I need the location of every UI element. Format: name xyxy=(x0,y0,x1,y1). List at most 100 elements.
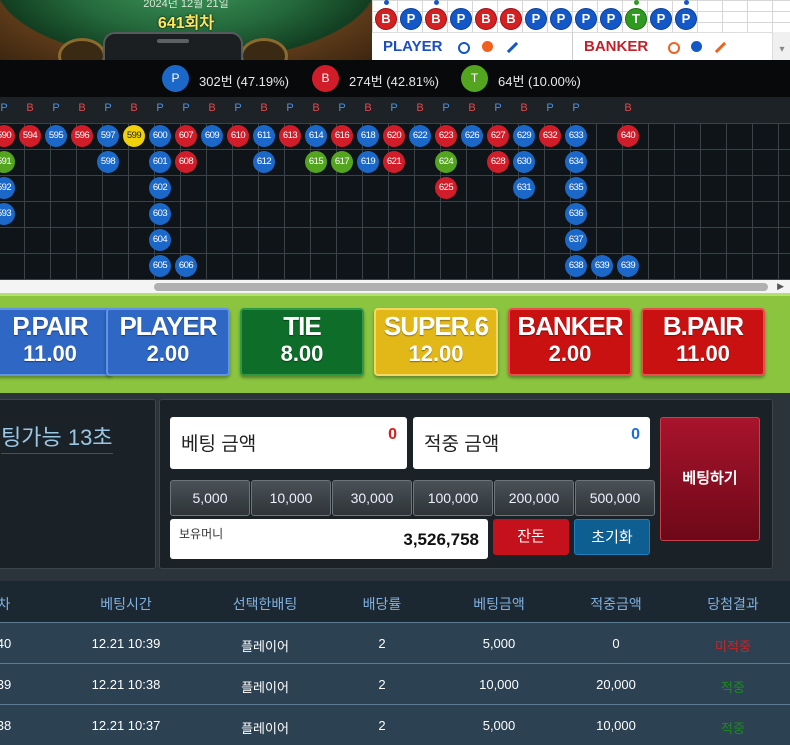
balance-label: 보유머니 xyxy=(179,527,224,541)
road-header-banker: B xyxy=(208,102,216,114)
bead-road-result: 603 xyxy=(149,203,171,225)
player-legend-label: PLAYER xyxy=(383,38,443,55)
table-row: 38 12.21 10:37 플레이어 2 5,000 10,000 적중 xyxy=(0,704,790,745)
bead-road-result: 602 xyxy=(149,177,171,199)
road-header-player: P xyxy=(0,102,8,114)
player-slash-icon xyxy=(506,41,519,54)
scroll-thumb[interactable] xyxy=(154,283,768,291)
player-dot-icon xyxy=(482,41,493,52)
road-header-banker: B xyxy=(260,102,268,114)
bead-road-result: 639 xyxy=(591,255,613,277)
mini-dot xyxy=(434,0,439,5)
bet-option-b-pair[interactable]: B.PAIR 11.00 xyxy=(641,308,765,376)
banker-count-icon: B xyxy=(312,65,339,92)
bead-road-result: 625 xyxy=(435,177,457,199)
bead-road-result: 610 xyxy=(227,125,249,147)
road-header-player: P xyxy=(338,102,346,114)
bead-road-result: 627 xyxy=(487,125,509,147)
bead-road-result: 612 xyxy=(253,151,275,173)
bead-road: PBPBPBPPBPBPBPBPBPBPBPPB 590591592593594… xyxy=(0,97,790,280)
table-cell: 플레이어 xyxy=(241,639,289,654)
chip-200000-button[interactable]: 200,000 xyxy=(494,480,574,516)
bet-option-tie[interactable]: TIE 8.00 xyxy=(240,308,364,376)
bet-option-banker[interactable]: BANKER 2.00 xyxy=(508,308,632,376)
table-cell: 적중 xyxy=(721,680,745,695)
table-cell: 39 xyxy=(0,677,12,692)
col-selected-bet: 선택한배팅 xyxy=(232,596,298,612)
bet-options: P.PAIR 11.00 PLAYER 2.00 TIE 8.00 SUPER.6 12.00… xyxy=(0,293,790,393)
mini-result-b: B xyxy=(425,8,447,30)
bead-road-result: 618 xyxy=(357,125,379,147)
table-cell: 5,000 xyxy=(482,718,516,733)
road-header-banker: B xyxy=(78,102,86,114)
bet-option-p-pair[interactable]: P.PAIR 11.00 xyxy=(0,308,112,376)
bead-road-result: 605 xyxy=(149,255,171,277)
bead-road-result: 640 xyxy=(617,125,639,147)
banker-count: 274번 (42.81%) xyxy=(349,74,440,89)
chip-stack-left xyxy=(58,38,106,60)
col-odds: 배당률 xyxy=(362,596,402,612)
bead-road-result: 638 xyxy=(565,255,587,277)
mini-result-p: P xyxy=(600,8,622,30)
table-cell: 5,000 xyxy=(482,636,516,651)
chip-100000-button[interactable]: 100,000 xyxy=(413,480,493,516)
change-button[interactable]: 잔돈 xyxy=(493,519,569,555)
road-header-player: P xyxy=(234,102,242,114)
chip-5000-button[interactable]: 5,000 xyxy=(170,480,250,516)
table-cell: 12.21 10:38 xyxy=(91,677,161,692)
bet-option-odds: 8.00 xyxy=(280,341,324,366)
table-cell: 2 xyxy=(378,636,386,651)
bet-amount-field[interactable]: 베팅 금액 0 xyxy=(170,417,407,469)
bead-road-result: 614 xyxy=(305,125,327,147)
chip-10000-button[interactable]: 10,000 xyxy=(251,480,331,516)
timer-divider xyxy=(1,453,113,454)
win-amount-field: 적중 금액 0 xyxy=(413,417,650,469)
chip-500000-button[interactable]: 500,000 xyxy=(575,480,655,516)
table-cell: 38 xyxy=(0,718,12,733)
bet-option-name: TIE xyxy=(283,311,321,341)
mini-result-p: P xyxy=(675,8,697,30)
bet-option-super-6[interactable]: SUPER.6 12.00 xyxy=(374,308,498,376)
road-header-player: P xyxy=(104,102,112,114)
balance-field: 보유머니 3,526,758 xyxy=(170,519,488,559)
table-cell: 2 xyxy=(378,718,386,733)
bet-option-name: SUPER.6 xyxy=(383,311,489,341)
road-header-player: P xyxy=(572,102,580,114)
bead-road-result: 628 xyxy=(487,151,509,173)
player-count: 302번 (47.19%) xyxy=(199,74,290,89)
bead-road-result: 639 xyxy=(617,255,639,277)
bet-option-player[interactable]: PLAYER 2.00 xyxy=(106,308,230,376)
stats-bar: P 302번 (47.19%) B 274번 (42.81%) T 64번 (1… xyxy=(0,60,790,97)
mini-result-t: T xyxy=(625,8,647,30)
live-table-view: 2024년 12월 21일 641회차 xyxy=(0,0,372,60)
mini-result-b: B xyxy=(375,8,397,30)
scroll-right-icon[interactable]: ▶ xyxy=(777,280,784,293)
bet-amount-label: 베팅 금액 xyxy=(181,434,257,455)
place-bet-button[interactable]: 베팅하기 xyxy=(660,417,760,541)
table-cell: 미적중 xyxy=(715,639,751,654)
bead-road-result: 600 xyxy=(149,125,171,147)
bead-road-result: 594 xyxy=(19,125,41,147)
road-header-banker: B xyxy=(624,102,632,114)
road-header-banker: B xyxy=(416,102,424,114)
road-header-banker: B xyxy=(520,102,528,114)
reset-button[interactable]: 초기화 xyxy=(574,519,650,555)
bet-option-odds: 2.00 xyxy=(146,341,190,366)
bead-road-result: 604 xyxy=(149,229,171,251)
bead-road-result: 631 xyxy=(513,177,535,199)
table-row: 39 12.21 10:38 플레이어 2 10,000 20,000 적중 xyxy=(0,663,790,704)
mini-scroll-down-icon[interactable]: ▾ xyxy=(772,32,790,60)
chip-30000-button[interactable]: 30,000 xyxy=(332,480,412,516)
bead-road-result: 624 xyxy=(435,151,457,173)
mini-dot xyxy=(684,0,689,5)
table-cell: 40 xyxy=(0,636,12,651)
banker-circle-icon xyxy=(668,42,680,54)
bead-road-result: 607 xyxy=(175,125,197,147)
bead-road-result: 609 xyxy=(201,125,223,147)
banker-dot-icon xyxy=(691,41,702,52)
bet-option-odds: 11.00 xyxy=(23,341,77,366)
road-header-player: P xyxy=(442,102,450,114)
mini-scoreboard: BPBPBBPPPPTPP PLAYER BANKER ▾ xyxy=(372,0,790,60)
road-horizontal-scrollbar[interactable]: ▶ xyxy=(0,280,790,293)
road-header-player: P xyxy=(52,102,60,114)
